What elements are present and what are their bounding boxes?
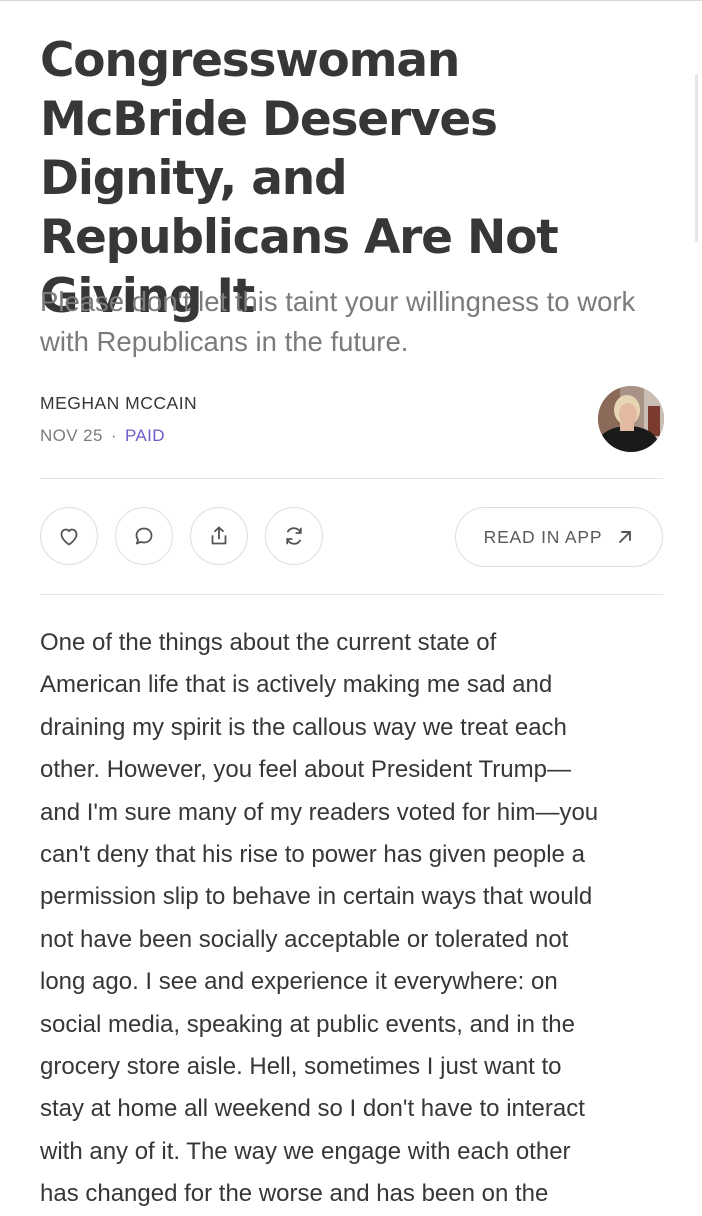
actions-divider [40,594,663,595]
share-icon [211,526,227,545]
header-divider [40,478,663,479]
arrow-up-right-icon [619,531,632,543]
restack-icon [286,527,302,545]
body-line: permission slip to behave in certain way… [40,883,593,911]
body-line: draining my spirit is the callous way we… [40,713,567,741]
comment-icon [135,527,153,545]
body-line: American life that is actively making me… [40,671,553,699]
post-date: NOV 25 [40,426,103,445]
read-in-app-button[interactable]: READ IN APP [455,507,663,567]
read-in-app-label: READ IN APP [483,526,603,547]
body-line: can't deny that his rise to power has gi… [40,841,585,869]
author-name[interactable]: MEGHAN MCCAIN [40,393,197,414]
article-body: One of the things about the current stat… [40,622,663,1216]
body-line: social media, speaking at public events,… [40,1010,575,1038]
restack-button[interactable] [265,507,323,565]
body-line: stay at home all weekend so I don't have… [40,1095,585,1123]
body-line: not have been socially acceptable or tol… [40,925,569,953]
like-button[interactable] [40,507,98,565]
paid-badge: PAID [124,426,165,445]
body-line: long ago. I see and experience it everyw… [40,968,558,996]
meta-separator: · [110,426,117,445]
body-line: other. However, you feel about President… [40,756,571,784]
comment-button[interactable] [115,507,173,565]
body-line: grocery store aisle. Hell, sometimes I j… [40,1053,562,1081]
article-subtitle: Please don't let this taint your willing… [40,286,636,357]
body-line: One of the things about the current stat… [40,629,497,656]
heart-icon [60,528,78,546]
top-border [0,0,702,1]
share-button[interactable] [190,507,248,565]
scrollbar[interactable] [695,74,698,242]
body-line: has changed for the worse and has been o… [40,1180,549,1208]
body-line: with any of it. The way we engage with e… [40,1137,571,1165]
body-line: and I'm sure many of my readers voted fo… [40,798,599,826]
post-meta: NOV 25 · PAID [40,426,165,446]
avatar[interactable] [598,386,664,452]
